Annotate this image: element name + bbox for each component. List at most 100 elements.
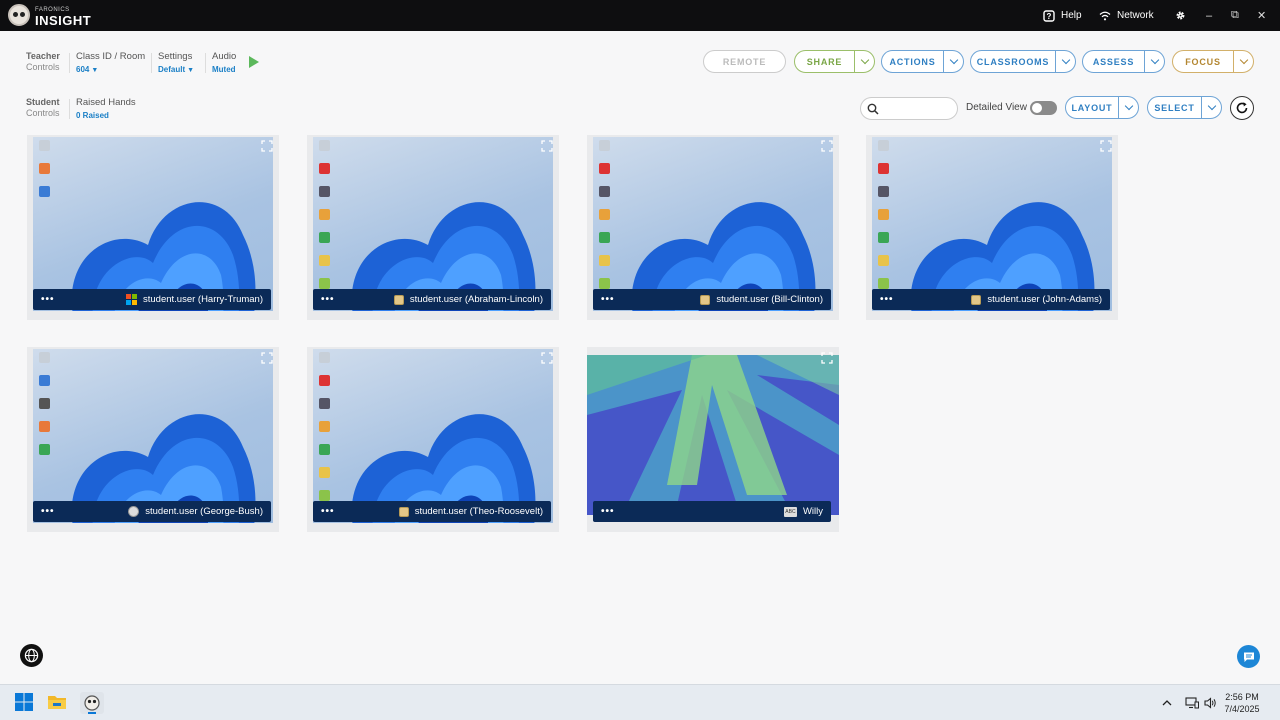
focus-button[interactable]: FOCUS — [1172, 50, 1254, 73]
student-tile[interactable]: ••• student.user (John-Adams) — [866, 135, 1118, 320]
assess-button[interactable]: ASSESS — [1082, 50, 1165, 73]
tray-overflow-chevron[interactable] — [1162, 685, 1172, 720]
windows-start-icon[interactable] — [14, 692, 36, 714]
close-button[interactable]: ✕ — [1257, 0, 1266, 31]
share-button[interactable]: SHARE — [794, 50, 875, 73]
actions-dropdown[interactable] — [943, 51, 963, 72]
student-screen[interactable] — [587, 355, 839, 515]
network-button[interactable]: Network — [1099, 0, 1154, 31]
remote-button[interactable]: REMOTE — [703, 50, 786, 73]
fullscreen-icon[interactable] — [261, 140, 273, 152]
device-os-icon — [971, 294, 982, 305]
chevron-down-icon — [860, 55, 869, 65]
network-label: Network — [1117, 10, 1154, 21]
search-input[interactable] — [860, 97, 958, 120]
desktop-shortcut-icon — [877, 278, 889, 289]
tile-info-bar: ••• ABC Willy — [593, 501, 831, 522]
layout-button[interactable]: LAYOUT — [1065, 96, 1139, 119]
refresh-button[interactable] — [1230, 96, 1254, 120]
maximize-button[interactable]: ⧉ — [1231, 0, 1239, 31]
help-icon: ? — [1043, 9, 1055, 22]
fullscreen-icon[interactable] — [1100, 140, 1112, 152]
desktop-shortcut-icon — [598, 186, 610, 197]
student-tile[interactable]: ••• student.user (Bill-Clinton) — [587, 135, 839, 320]
select-dropdown[interactable] — [1201, 97, 1221, 118]
focus-dropdown[interactable] — [1233, 51, 1253, 72]
desktop-shortcut-icon — [318, 163, 330, 174]
language-button[interactable] — [20, 644, 43, 667]
desktop-shortcut-icon — [877, 163, 889, 174]
audio-control[interactable]: Audio Muted — [212, 51, 236, 76]
desktop-shortcut-icon — [318, 232, 330, 243]
chat-button[interactable] — [1237, 645, 1260, 668]
clock-date: 7/4/2025 — [1224, 704, 1260, 714]
chevron-down-icon — [1061, 55, 1070, 65]
actions-label: ACTIONS — [889, 56, 936, 67]
fullscreen-icon[interactable] — [541, 352, 553, 364]
system-clock[interactable]: 2:56 PM 7/4/2025 — [1222, 691, 1262, 715]
student-name: student.user (Theo-Roosevelt) — [414, 506, 543, 517]
chat-icon — [1243, 652, 1254, 662]
student-tile[interactable]: ••• student.user (George-Bush) — [27, 347, 279, 532]
app-logo: FARONICS INSIGHT — [8, 4, 92, 28]
select-label: SELECT — [1154, 102, 1195, 113]
tile-info-bar: ••• student.user (Theo-Roosevelt) — [313, 501, 551, 522]
more-options-icon[interactable]: ••• — [321, 294, 335, 305]
more-options-icon[interactable]: ••• — [880, 294, 894, 305]
desktop-shortcut-icon — [598, 232, 610, 243]
fullscreen-icon[interactable] — [541, 140, 553, 152]
classrooms-dropdown[interactable] — [1055, 51, 1075, 72]
desktop-shortcut-icon — [38, 352, 50, 363]
student-tile[interactable]: ••• ABC Willy — [587, 347, 839, 532]
student-tile[interactable]: ••• student.user (Theo-Roosevelt) — [307, 347, 559, 532]
insight-taskbar-icon[interactable] — [80, 692, 104, 714]
restore-icon: ⧉ — [1231, 9, 1239, 21]
more-options-icon[interactable]: ••• — [321, 506, 335, 517]
raised-hands[interactable]: Raised Hands 0 Raised — [76, 97, 136, 122]
more-options-icon[interactable]: ••• — [41, 506, 55, 517]
fullscreen-icon[interactable] — [821, 140, 833, 152]
desktop-shortcut-icon — [318, 444, 330, 455]
play-audio-icon[interactable] — [249, 56, 259, 68]
desktop-shortcut-icon — [318, 278, 330, 289]
fullscreen-icon[interactable] — [261, 352, 273, 364]
desktop-shortcut-icon — [38, 375, 50, 386]
actions-button[interactable]: ACTIONS — [881, 50, 964, 73]
layout-dropdown[interactable] — [1118, 97, 1138, 118]
student-screen[interactable] — [313, 349, 553, 523]
student-screen[interactable] — [593, 137, 833, 311]
desktop-shortcut-icon — [318, 398, 330, 409]
fullscreen-icon[interactable] — [821, 352, 833, 364]
minimize-button[interactable]: – — [1206, 0, 1212, 31]
classrooms-button[interactable]: CLASSROOMS — [970, 50, 1076, 73]
student-tile[interactable]: ••• student.user (Abraham-Lincoln) — [307, 135, 559, 320]
volume-tray-button[interactable] — [1204, 685, 1217, 720]
student-screen[interactable] — [33, 349, 273, 523]
globe-icon — [24, 648, 39, 663]
more-options-icon[interactable]: ••• — [601, 294, 615, 305]
class-id-selector[interactable]: Class ID / Room 604 ▼ — [76, 51, 145, 77]
student-tile[interactable]: ••• student.user (Harry-Truman) — [27, 135, 279, 320]
owl-logo-icon — [8, 4, 30, 26]
help-button[interactable]: ? Help — [1043, 0, 1082, 31]
windows-os-icon — [125, 294, 137, 305]
settings-button[interactable] — [1175, 0, 1192, 31]
share-dropdown[interactable] — [854, 51, 874, 72]
desktop-shortcut-icon — [38, 163, 50, 174]
network-tray-button[interactable] — [1185, 685, 1199, 720]
more-options-icon[interactable]: ••• — [41, 294, 55, 305]
select-button[interactable]: SELECT — [1147, 96, 1222, 119]
desktop-shortcut-icon — [318, 375, 330, 386]
chevron-down-icon — [949, 55, 958, 65]
focus-label: FOCUS — [1185, 56, 1221, 67]
detailed-view-toggle[interactable] — [1030, 101, 1057, 115]
settings-selector[interactable]: Settings Default ▼ — [158, 51, 194, 77]
assess-dropdown[interactable] — [1144, 51, 1164, 72]
file-explorer-icon[interactable] — [47, 692, 69, 714]
student-screen[interactable] — [313, 137, 553, 311]
student-screen[interactable] — [33, 137, 273, 311]
student-screen[interactable] — [872, 137, 1112, 311]
share-label: SHARE — [806, 56, 843, 67]
more-options-icon[interactable]: ••• — [601, 506, 615, 517]
brand-name: INSIGHT — [35, 12, 92, 28]
